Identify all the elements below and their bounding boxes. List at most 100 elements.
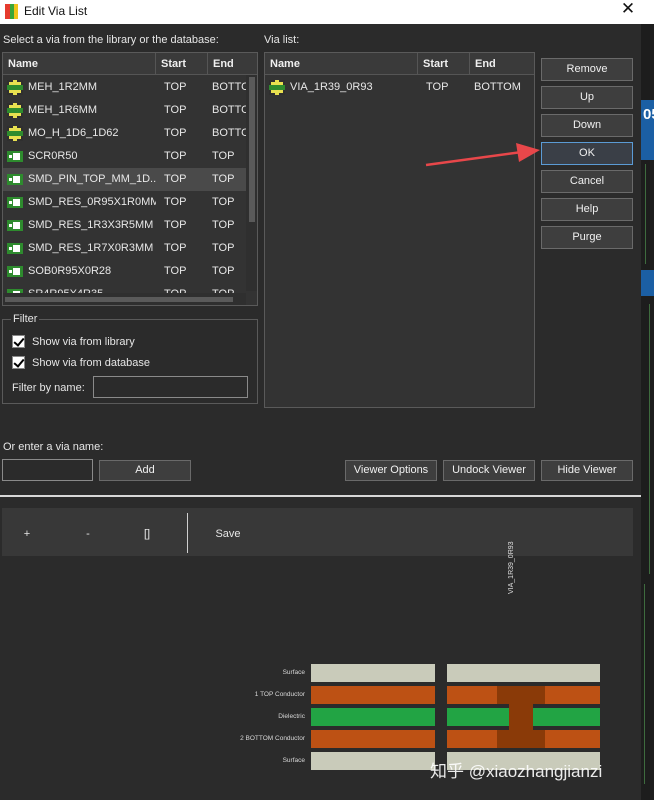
viewer-via-name: VIA_1R39_0R93 bbox=[508, 541, 515, 594]
library-via-list[interactable]: Name Start End MEH_1R2MM TOP BOTTO MEH_1R6M… bbox=[2, 52, 258, 306]
smd-pad-icon bbox=[7, 264, 23, 279]
cell-end: BOTTOM bbox=[474, 81, 521, 93]
layer-label: 2 BOTTOM Conductor bbox=[240, 735, 305, 742]
smd-pad-icon bbox=[7, 218, 23, 233]
filter-title: Filter bbox=[11, 313, 40, 325]
background-app-strip: 05 bbox=[641, 24, 654, 800]
cell-start: TOP bbox=[164, 219, 187, 231]
library-vertical-scrollbar[interactable] bbox=[246, 75, 257, 291]
background-panel bbox=[641, 270, 654, 296]
smd-pad-icon bbox=[7, 241, 23, 256]
through-via-icon bbox=[7, 103, 23, 118]
remove-button[interactable]: Remove bbox=[541, 58, 633, 81]
via-name-input[interactable] bbox=[2, 459, 93, 481]
cell-start: TOP bbox=[164, 150, 187, 162]
layer-bar bbox=[311, 752, 435, 770]
list-item[interactable]: MEH_1R6MM TOP BOTTO bbox=[3, 99, 257, 122]
show-library-checkbox[interactable] bbox=[12, 335, 25, 348]
show-library-label: Show via from library bbox=[32, 336, 135, 348]
smd-pad-icon bbox=[7, 149, 23, 164]
zoom-out-button[interactable]: - bbox=[73, 508, 103, 556]
cell-name: MEH_1R2MM bbox=[28, 81, 98, 93]
cell-name: SOB0R95X0R28 bbox=[28, 265, 112, 277]
list-item[interactable]: SMD_PIN_TOP_MM_1D... TOP TOP bbox=[3, 168, 257, 191]
layer-bar bbox=[311, 664, 435, 682]
cell-start: TOP bbox=[164, 127, 187, 139]
list-item[interactable]: SCR0R50 TOP TOP bbox=[3, 145, 257, 168]
cell-name: MO_H_1D6_1D62 bbox=[28, 127, 119, 139]
layer-label: Surface bbox=[282, 757, 305, 764]
purge-button[interactable]: Purge bbox=[541, 226, 633, 249]
background-trace bbox=[649, 304, 650, 574]
list-item[interactable]: SMD_RES_0R95X1R0MM TOP TOP bbox=[3, 191, 257, 214]
close-icon[interactable]: ✕ bbox=[616, 0, 640, 20]
via-pad bbox=[497, 686, 545, 704]
cell-start: TOP bbox=[164, 242, 187, 254]
scrollbar-thumb[interactable] bbox=[5, 297, 233, 302]
cell-name: SMD_RES_1R7X0R3MM bbox=[28, 242, 154, 254]
cell-name: SMD_RES_1R3X3R5MM bbox=[28, 219, 154, 231]
title-bar: Edit Via List ✕ bbox=[0, 0, 654, 24]
cell-name: MEH_1R6MM bbox=[28, 104, 98, 116]
cell-start: TOP bbox=[164, 81, 187, 93]
through-via-icon bbox=[7, 126, 23, 141]
undock-viewer-button[interactable]: Undock Viewer bbox=[443, 460, 535, 481]
cell-start: TOP bbox=[164, 173, 187, 185]
scrollbar-thumb[interactable] bbox=[249, 77, 255, 222]
column-header-end[interactable]: End bbox=[470, 53, 534, 75]
column-header-name[interactable]: Name bbox=[265, 53, 418, 75]
save-button[interactable]: Save bbox=[208, 508, 248, 556]
smd-pad-icon bbox=[7, 172, 23, 187]
app-icon bbox=[5, 4, 18, 19]
down-button[interactable]: Down bbox=[541, 114, 633, 137]
layer-bar bbox=[311, 686, 435, 704]
layer-label: Surface bbox=[282, 669, 305, 676]
background-glyph: 05 bbox=[643, 106, 654, 123]
zoom-in-button[interactable]: + bbox=[12, 508, 42, 556]
column-header-end[interactable]: End bbox=[208, 53, 248, 75]
show-database-checkbox[interactable] bbox=[12, 356, 25, 369]
hide-viewer-button[interactable]: Hide Viewer bbox=[541, 460, 633, 481]
list-item[interactable]: SOB0R95X0R28 TOP TOP bbox=[3, 260, 257, 283]
cell-start: TOP bbox=[426, 81, 449, 93]
library-label: Select a via from the library or the dat… bbox=[3, 34, 219, 46]
layer-bar bbox=[311, 730, 435, 748]
viewer-separator bbox=[0, 495, 641, 497]
show-database-label: Show via from database bbox=[32, 357, 151, 369]
layer-bar bbox=[311, 708, 435, 726]
via-pad bbox=[497, 730, 545, 748]
toolbar-divider bbox=[187, 513, 188, 553]
smd-pad-icon bbox=[7, 195, 23, 210]
column-header-name[interactable]: Name bbox=[3, 53, 156, 75]
ok-button[interactable]: OK bbox=[541, 142, 633, 165]
help-button[interactable]: Help bbox=[541, 198, 633, 221]
column-header-start[interactable]: Start bbox=[418, 53, 470, 75]
cell-name: SMD_PIN_TOP_MM_1D... bbox=[28, 173, 156, 185]
list-item[interactable]: VIA_1R39_0R93 TOP BOTTOM bbox=[265, 76, 534, 99]
via-layer-bar bbox=[447, 664, 600, 682]
up-button[interactable]: Up bbox=[541, 86, 633, 109]
selected-via-list[interactable]: Name Start End VIA_1R39_0R93 TOP BOTTOM bbox=[264, 52, 535, 408]
cell-start: TOP bbox=[164, 104, 187, 116]
library-list-header: Name Start End bbox=[3, 53, 257, 75]
via-list-header: Name Start End bbox=[265, 53, 534, 75]
list-item[interactable]: SMD_RES_1R3X3R5MM TOP TOP bbox=[3, 214, 257, 237]
column-header-start[interactable]: Start bbox=[156, 53, 208, 75]
list-item[interactable]: SMD_RES_1R7X0R3MM TOP TOP bbox=[3, 237, 257, 260]
cancel-button[interactable]: Cancel bbox=[541, 170, 633, 193]
list-item[interactable]: MEH_1R2MM TOP BOTTO bbox=[3, 76, 257, 99]
filter-by-name-input[interactable] bbox=[93, 376, 248, 398]
window-title: Edit Via List bbox=[24, 4, 88, 18]
via-list-label: Via list: bbox=[264, 34, 300, 46]
library-horizontal-scrollbar[interactable] bbox=[3, 293, 246, 305]
fit-view-button[interactable]: [] bbox=[132, 508, 162, 556]
background-trace bbox=[645, 164, 646, 264]
list-item[interactable]: MO_H_1D6_1D62 TOP BOTTO bbox=[3, 122, 257, 145]
add-button[interactable]: Add bbox=[99, 460, 191, 481]
enter-via-name-label: Or enter a via name: bbox=[3, 441, 104, 453]
layer-label: Dielectric bbox=[278, 713, 305, 720]
filter-by-name-label: Filter by name: bbox=[12, 382, 85, 394]
through-via-icon bbox=[7, 80, 23, 95]
cell-name: VIA_1R39_0R93 bbox=[290, 81, 373, 93]
viewer-options-button[interactable]: Viewer Options bbox=[345, 460, 437, 481]
